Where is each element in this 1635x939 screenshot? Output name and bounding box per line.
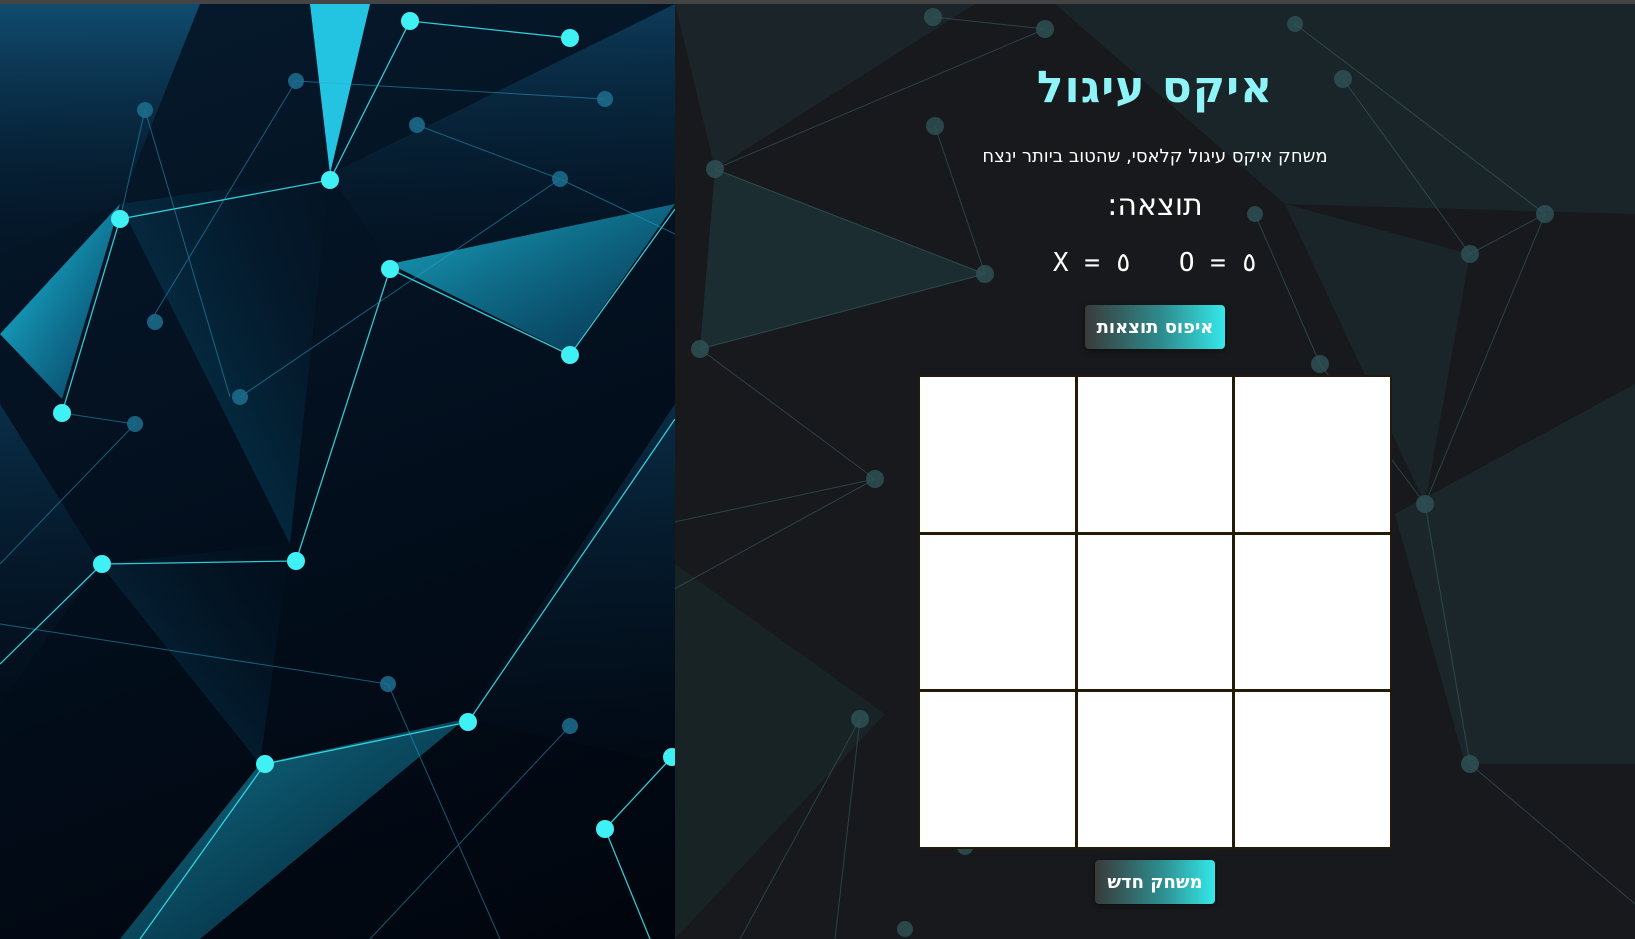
score-display: X = ٥ O = ٥: [675, 248, 1635, 278]
decorative-network-background: [0, 4, 675, 939]
reset-scores-button[interactable]: איפוס תוצאות: [1085, 305, 1225, 349]
board-cell[interactable]: [1235, 377, 1390, 532]
score-o: O = ٥: [1178, 248, 1258, 278]
game-board: [918, 375, 1392, 849]
game-panel: איקס עיגול משחק איקס עיגול קלאסי, שהטוב …: [675, 4, 1635, 939]
score-x: X = ٥: [1052, 248, 1132, 278]
game-subtitle: משחק איקס עיגול קלאסי, שהטוב ביותר ינצח: [982, 146, 1328, 167]
board-cell[interactable]: [1235, 534, 1390, 690]
new-game-button[interactable]: משחק חדש: [1095, 860, 1215, 904]
board-cell[interactable]: [920, 377, 1075, 532]
board-cell[interactable]: [1077, 692, 1233, 847]
network-graphic: [0, 4, 675, 939]
board-cell[interactable]: [1077, 534, 1233, 690]
score-label: תוצאה:: [1107, 188, 1203, 223]
game-title: איקס עיגול: [1036, 62, 1274, 113]
board-cell[interactable]: [920, 534, 1075, 690]
board-cell[interactable]: [1077, 377, 1233, 532]
game-content: איקס עיגול משחק איקס עיגול קלאסי, שהטוב …: [675, 4, 1635, 939]
board-cell[interactable]: [1235, 692, 1390, 847]
board-cell[interactable]: [920, 692, 1075, 847]
